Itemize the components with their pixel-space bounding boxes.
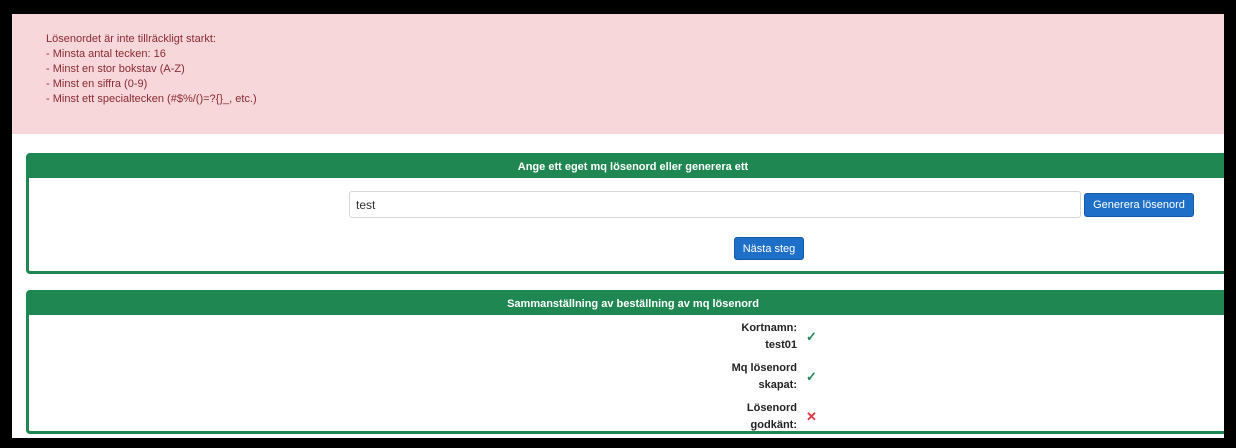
summary-row-password-created: Mq lösenord skapat: ✓	[29, 360, 1224, 400]
generate-password-button[interactable]: Generera lösenord	[1084, 193, 1194, 217]
order-summary-card: Sammanställning av beställning av mq lös…	[26, 290, 1224, 434]
summary-row-password-approved: Lösenord godkänt: ✕	[29, 400, 1224, 438]
summary-label-line: test01	[765, 339, 797, 351]
summary-row-shortname: Kortnamn: test01 ✓	[29, 320, 1224, 360]
password-entry-card: Ange ett eget mq lösenord eller generera…	[26, 153, 1224, 274]
cross-icon: ✕	[806, 409, 817, 424]
page-frame: Lösenordet är inte tillräckligt starkt: …	[12, 14, 1224, 438]
alert-rule-min-length: - Minsta antal tecken: 16	[46, 48, 166, 60]
summary-label-line: godkänt:	[750, 419, 797, 431]
summary-label-shortname: Kortnamn: test01	[677, 320, 797, 354]
alert-rule-uppercase: - Minst en stor bokstav (A-Z)	[46, 63, 185, 75]
summary-label-line: Mq lösenord	[731, 362, 797, 374]
summary-label-password-created: Mq lösenord skapat:	[677, 360, 797, 394]
summary-label-password-approved: Lösenord godkänt:	[677, 400, 797, 434]
next-step-button[interactable]: Nästa steg	[734, 237, 804, 260]
password-input[interactable]	[349, 191, 1081, 218]
alert-rule-special-char: - Minst ett specialtecken (#$%/()=?{}_, …	[46, 93, 257, 105]
password-strength-alert: Lösenordet är inte tillräckligt starkt: …	[12, 14, 1224, 134]
alert-title: Lösenordet är inte tillräckligt starkt:	[46, 33, 216, 45]
alert-rule-digit: - Minst en siffra (0-9)	[46, 78, 148, 90]
summary-label-line: Lösenord	[746, 402, 797, 414]
password-card-header: Ange ett eget mq lösenord eller generera…	[29, 156, 1224, 178]
check-icon: ✓	[806, 369, 817, 384]
summary-label-line: Kortnamn:	[741, 322, 797, 334]
summary-label-line: skapat:	[758, 379, 797, 391]
check-icon: ✓	[806, 329, 817, 344]
summary-card-header: Sammanställning av beställning av mq lös…	[29, 293, 1224, 315]
